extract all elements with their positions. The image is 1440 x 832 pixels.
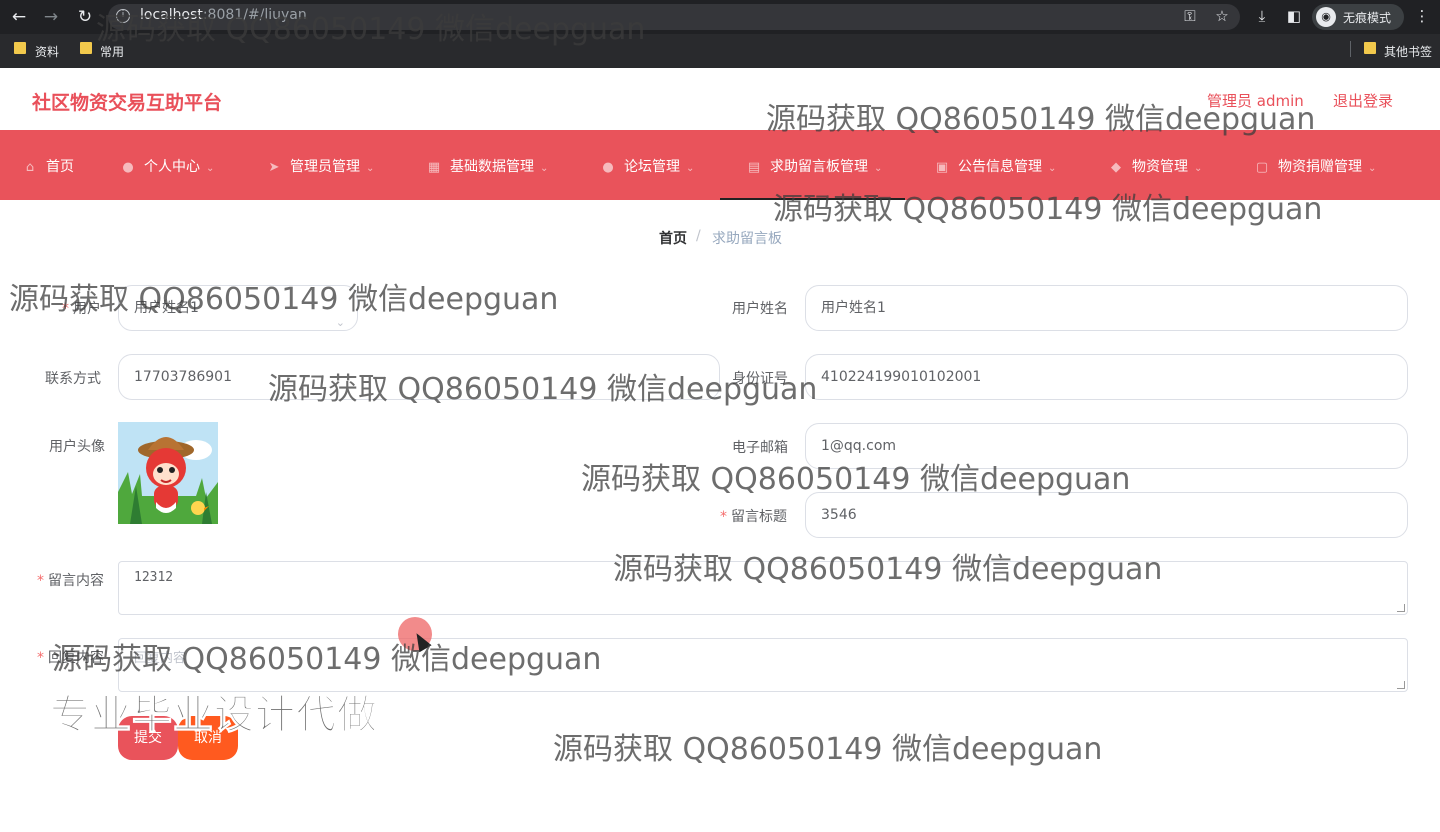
address-url[interactable]: localhost:8081/#/liuyan: [140, 7, 307, 23]
chevron-down-icon: ⌄: [540, 163, 549, 174]
phone-label: 联系方式: [45, 371, 101, 387]
nav-item-basedata[interactable]: ▦ 基础数据管理 ⌄: [426, 156, 549, 176]
main-nav: [0, 130, 1440, 200]
key-icon[interactable]: ⚿: [1180, 6, 1200, 26]
nav-label: 物资捐赠管理: [1278, 159, 1362, 175]
incognito-icon: ◉: [1316, 7, 1336, 27]
username-label: 用户姓名: [732, 301, 788, 317]
reply-label-text: 回复内容: [48, 650, 104, 666]
download-icon[interactable]: ⤓: [1252, 6, 1272, 26]
reply-placeholder: 回复内容: [134, 651, 187, 666]
user-icon: ●: [602, 160, 614, 175]
nav-item-home[interactable]: ⌂ 首页: [22, 156, 74, 176]
avatar-image: [118, 422, 218, 524]
content-label-text: 留言内容: [48, 573, 104, 589]
breadcrumb-current: 求助留言板: [712, 231, 782, 247]
nav-label: 论坛管理: [624, 159, 680, 175]
idcard-label: 身份证号: [732, 371, 788, 387]
map-pin-icon: ◆: [1111, 160, 1121, 175]
briefcase-icon: ▣: [935, 160, 949, 175]
avatar-label: 用户头像: [49, 439, 105, 455]
back-icon[interactable]: ←: [8, 6, 30, 28]
nav-label: 个人中心: [144, 159, 200, 175]
title-label-text: 留言标题: [731, 509, 787, 525]
nav-item-messages[interactable]: ▤ 求助留言板管理 ⌄: [746, 156, 883, 176]
chevron-down-icon: ⌄: [366, 163, 375, 174]
chevron-down-icon: ⌄: [1048, 163, 1057, 174]
chevron-down-icon: ⌄: [874, 163, 883, 174]
user-select-label: * 用户: [62, 301, 101, 317]
menu-icon[interactable]: ⋮: [1412, 6, 1432, 26]
logout-link[interactable]: 退出登录: [1333, 90, 1393, 111]
chevron-down-icon: ⌄: [206, 163, 215, 174]
email-field[interactable]: 1@qq.com: [805, 423, 1408, 469]
nav-item-forum[interactable]: ● 论坛管理 ⌄: [600, 156, 694, 176]
user-select-value: 用户姓名1: [134, 300, 199, 316]
send-icon: ➤: [268, 160, 280, 175]
nav-label: 管理员管理: [290, 159, 360, 175]
folder-icon: [1364, 42, 1376, 54]
title-field[interactable]: 3546: [805, 492, 1408, 538]
user-avatar: [118, 422, 218, 524]
nav-item-donations[interactable]: ▢ 物资捐赠管理 ⌄: [1254, 156, 1377, 176]
user-icon: ●: [122, 160, 134, 175]
bookmark-ziliao[interactable]: 资料: [35, 43, 59, 60]
bookmarks-bar: [0, 34, 1440, 68]
site-title: 社区物资交易互助平台: [32, 92, 223, 114]
email-label: 电子邮箱: [732, 440, 788, 456]
admin-label: 管理员 admin: [1207, 92, 1304, 110]
phone-field[interactable]: 17703786901: [118, 354, 720, 400]
sidebar-icon[interactable]: ◧: [1284, 6, 1304, 26]
user-label-text: 用户: [73, 301, 101, 317]
nav-item-profile[interactable]: ● 个人中心 ⌄: [120, 156, 214, 176]
idcard-field[interactable]: 410224199010102001: [805, 354, 1408, 400]
nav-item-goods[interactable]: ◆ 物资管理 ⌄: [1108, 156, 1202, 176]
breadcrumb-separator: /: [696, 228, 701, 244]
breadcrumb-home[interactable]: 首页: [659, 228, 687, 248]
box-icon: ▢: [1255, 160, 1269, 175]
nav-label: 物资管理: [1132, 159, 1188, 175]
incognito-label: 无痕模式: [1343, 11, 1392, 25]
nav-label: 首页: [46, 159, 74, 175]
chevron-down-icon: ⌄: [335, 316, 345, 329]
content-textarea[interactable]: 12312: [118, 561, 1408, 615]
bookmark-divider: [1350, 41, 1351, 57]
folder-icon: [80, 42, 92, 54]
chevron-down-icon: ⌄: [1368, 163, 1377, 174]
resize-handle-icon[interactable]: [1397, 681, 1405, 689]
title-label: * 留言标题: [720, 509, 787, 525]
reply-label: * 回复内容: [37, 650, 104, 666]
resize-handle-icon[interactable]: [1397, 604, 1405, 612]
nav-item-admins[interactable]: ➤ 管理员管理 ⌄: [266, 156, 375, 176]
url-host: localhost: [140, 7, 203, 23]
content-text: 12312: [134, 570, 174, 585]
content-label: * 留言内容: [37, 573, 104, 589]
username-field[interactable]: 用户姓名1: [805, 285, 1408, 331]
site-info-icon[interactable]: i: [116, 9, 130, 23]
star-icon[interactable]: ☆: [1212, 6, 1232, 26]
nav-label: 基础数据管理: [450, 159, 534, 175]
user-select[interactable]: 用户姓名1 ⌄: [118, 285, 358, 331]
grid-icon: ▦: [427, 160, 441, 175]
folder-icon: [14, 42, 26, 54]
reload-icon[interactable]: ↻: [74, 6, 96, 28]
home-icon: ⌂: [25, 160, 35, 175]
chevron-down-icon: ⌄: [1194, 163, 1203, 174]
forward-icon[interactable]: →: [40, 6, 62, 28]
calendar-icon: ▤: [747, 160, 761, 175]
nav-label: 求助留言板管理: [770, 159, 868, 175]
nav-label: 公告信息管理: [958, 159, 1042, 175]
promo-overlay: 专业毕业设计代做: [50, 692, 378, 739]
url-path: :8081/#/liuyan: [202, 7, 307, 23]
active-nav-indicator: [720, 198, 905, 200]
bookmark-other[interactable]: 其他书签: [1384, 43, 1432, 60]
watermark: 源码获取 QQ86050149 微信deepguan: [553, 732, 1103, 767]
nav-item-notices[interactable]: ▣ 公告信息管理 ⌄: [934, 156, 1057, 176]
bookmark-changyong[interactable]: 常用: [100, 43, 124, 60]
chevron-down-icon: ⌄: [686, 163, 695, 174]
